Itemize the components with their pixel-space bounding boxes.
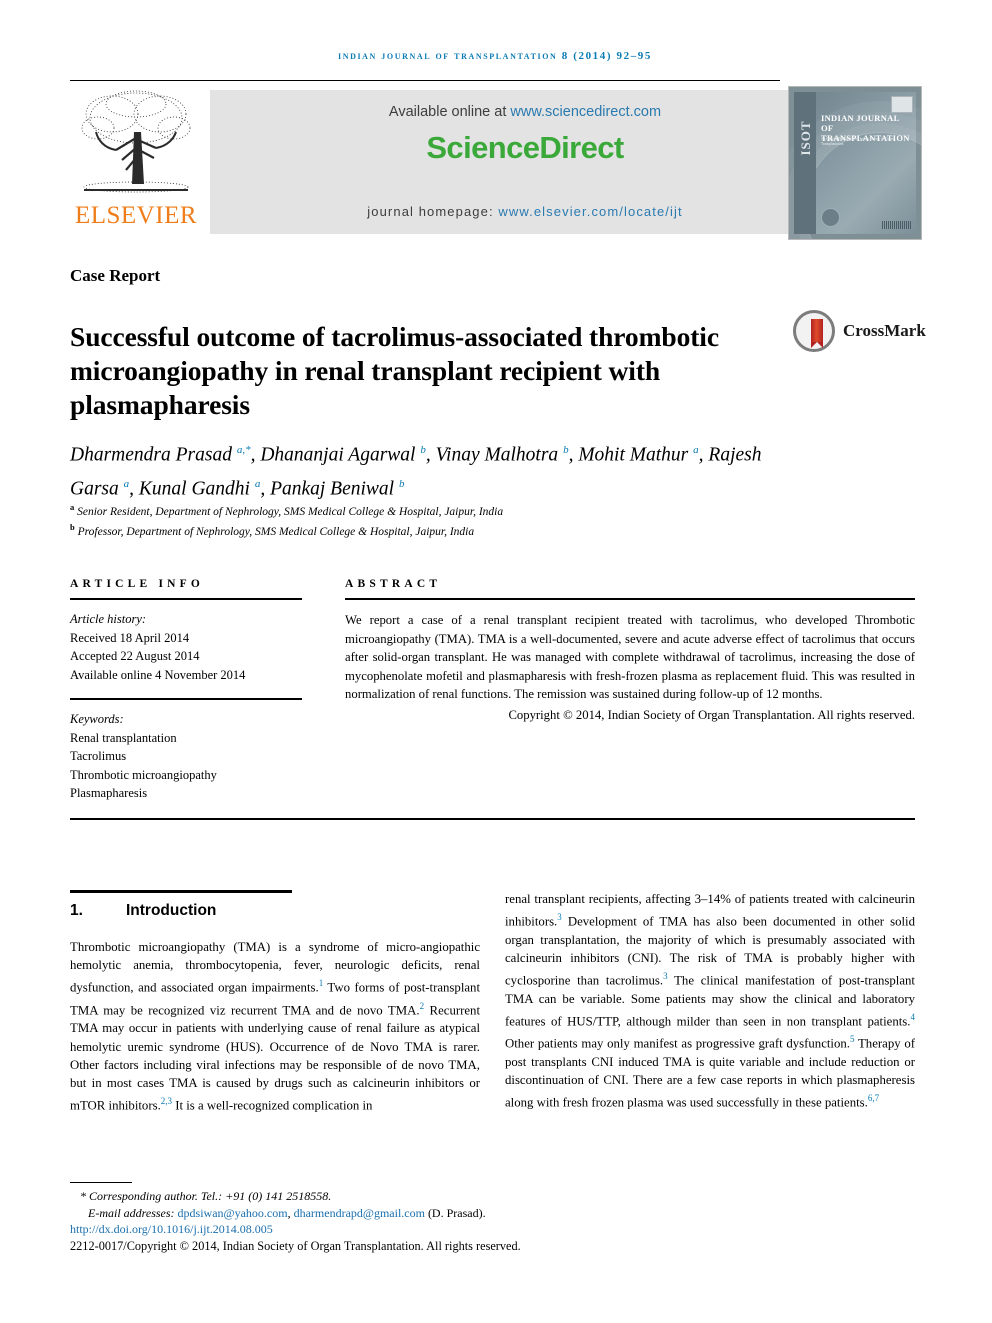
abstract-block: ABSTRACT We report a case of a renal tra… <box>345 578 915 724</box>
elsevier-tree-icon <box>81 90 191 193</box>
abstract-block-bottom-divider <box>70 818 915 820</box>
footnote-divider <box>70 1182 132 1183</box>
received-date: Received 18 April 2014 <box>70 630 190 645</box>
article-info-divider-mid <box>70 698 302 700</box>
crossmark-ribbon-icon <box>811 319 823 348</box>
sciencedirect-link[interactable]: www.sciencedirect.com <box>510 104 661 120</box>
crossmark-badge[interactable]: CrossMark <box>793 308 926 354</box>
email-link-1[interactable]: dpdsiwan@yahoo.com <box>178 1206 288 1220</box>
available-online-date: Available online 4 November 2014 <box>70 667 246 682</box>
article-history-label: Article history: <box>70 612 147 626</box>
cover-spine: ISOT <box>794 92 816 234</box>
section-heading-introduction: 1. Introduction <box>70 902 480 920</box>
cover-barcode <box>882 221 912 229</box>
header-divider <box>70 80 780 81</box>
introduction-paragraph-left: Thrombotic microangiopathy (TMA) is a sy… <box>70 940 481 1113</box>
introduction-paragraph-right: renal transplant recipients, affecting 3… <box>505 892 916 1110</box>
doi-link[interactable]: http://dx.doi.org/10.1016/j.ijt.2014.08.… <box>70 1221 770 1238</box>
available-online-label: Available online at <box>388 104 511 120</box>
masthead: ELSEVIER Available online at www.science… <box>70 86 922 240</box>
sciencedirect-wordmark: ScienceDirect <box>426 130 624 165</box>
keyword-item: Renal transplantation <box>70 730 177 745</box>
abstract-copyright: Copyright © 2014, Indian Society of Orga… <box>508 707 915 722</box>
keyword-item: Tacrolimus <box>70 749 127 763</box>
elsevier-logo[interactable]: ELSEVIER <box>70 86 202 238</box>
abstract-divider <box>345 598 915 600</box>
journal-homepage-link[interactable]: www.elsevier.com/locate/ijt <box>498 204 682 219</box>
body-column-right: renal transplant recipients, affecting 3… <box>505 890 915 1112</box>
corresponding-author-note: * Corresponding author. Tel.: +91 (0) 14… <box>80 1189 332 1203</box>
article-info-divider-top <box>70 598 302 600</box>
cover-subtitle: An Official Publication of Indian Societ… <box>821 137 895 146</box>
author-list: Dharmendra Prasad a,*, Dhananjai Agarwal… <box>70 444 762 499</box>
sciencedirect-banner: Available online at www.sciencedirect.co… <box>210 90 840 234</box>
accepted-date: Accepted 22 August 2014 <box>70 649 200 663</box>
journal-homepage-label: journal homepage: <box>367 204 499 219</box>
email-addresses-label: E-mail addresses: <box>88 1205 178 1220</box>
abstract-heading: ABSTRACT <box>345 578 442 590</box>
section-title: Introduction <box>126 902 217 919</box>
page-footer: * Corresponding author. Tel.: +91 (0) 14… <box>70 1188 770 1254</box>
keyword-item: Plasmapharesis <box>70 786 148 800</box>
keywords-block: Keywords: Renal transplantation Tacrolim… <box>70 710 302 803</box>
running-head: Indian Journal of Transplantation 8 (201… <box>337 50 652 62</box>
page-title: Successful outcome of tacrolimus-associa… <box>70 321 719 421</box>
keywords-label: Keywords: <box>70 712 124 726</box>
abstract-text: We report a case of a renal transplant r… <box>345 613 915 701</box>
elsevier-wordmark: ELSEVIER <box>74 202 198 229</box>
keyword-item: Thrombotic microangiopathy <box>70 767 217 782</box>
crossmark-circle-icon <box>793 310 835 352</box>
article-info-block: ARTICLE INFO Article history: Received 1… <box>70 578 302 803</box>
article-info-heading: ARTICLE INFO <box>70 578 205 590</box>
available-online-line: Available online at www.sciencedirect.co… <box>210 104 840 120</box>
email-addresses-line: E-mail addresses: dpdsiwan@yahoo.com, dh… <box>70 1205 770 1222</box>
section-rule <box>70 890 292 893</box>
body-column-left: 1. Introduction Thrombotic microangiopath… <box>70 890 480 1115</box>
article-type-label: Case Report <box>70 266 161 285</box>
cover-society-seal-icon <box>821 208 840 227</box>
issn-copyright-line: 2212-0017/Copyright © 2014, Indian Socie… <box>70 1238 521 1253</box>
cover-spine-text: ISOT <box>798 120 813 156</box>
journal-cover-thumbnail[interactable]: ISOT INDIAN JOURNAL OF TRANSPLANTATION A… <box>788 86 922 240</box>
journal-article-page: Indian Journal of Transplantation 8 (201… <box>0 0 992 1323</box>
email-owner: (D. Prasad). <box>424 1205 486 1220</box>
affiliation-list: a Senior Resident, Department of Nephrol… <box>70 502 504 538</box>
article-history: Article history: Received 18 April 2014 … <box>70 610 302 684</box>
email-link-2[interactable]: dharmendrapd@gmail.com <box>294 1206 425 1220</box>
crossmark-label: CrossMark <box>843 321 926 340</box>
journal-homepage-line: journal homepage: www.elsevier.com/locat… <box>210 204 840 219</box>
section-number: 1. <box>70 902 83 919</box>
cover-publisher-badge <box>891 96 913 113</box>
